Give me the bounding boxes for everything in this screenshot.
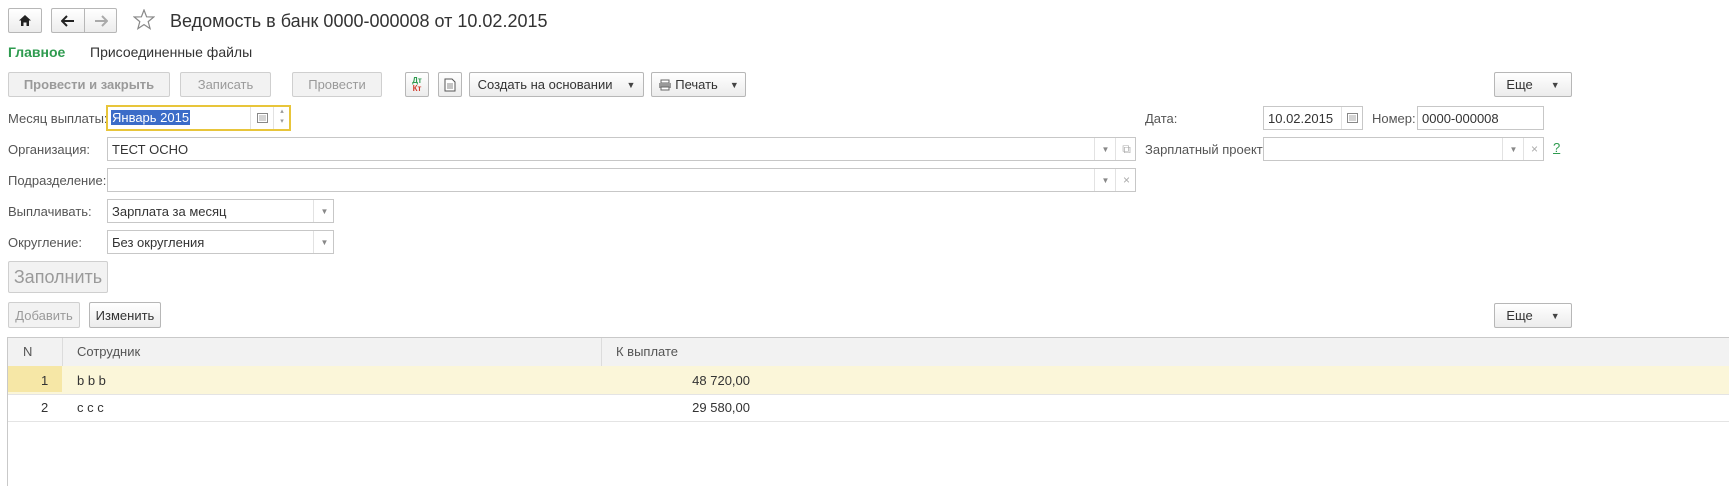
round-value: Без округления	[112, 235, 205, 250]
chevron-down-icon[interactable]: ▼	[1502, 138, 1524, 160]
add-button[interactable]: Добавить	[8, 302, 80, 328]
month-value: Январь 2015	[111, 110, 191, 125]
date-field[interactable]: 10.02.2015	[1263, 106, 1363, 130]
pay-select[interactable]: Зарплата за месяц ▼	[107, 199, 334, 223]
calendar-icon[interactable]	[250, 107, 273, 129]
pay-label: Выплачивать:	[8, 204, 92, 219]
date-value: 10.02.2015	[1268, 111, 1334, 126]
post-button[interactable]: Провести	[292, 72, 382, 97]
column-divider	[601, 338, 602, 366]
back-button[interactable]	[51, 8, 84, 33]
edit-button[interactable]: Изменить	[89, 302, 161, 328]
round-select[interactable]: Без округления ▼	[107, 230, 334, 254]
tab-attached-files[interactable]: Присоединенные файлы	[90, 44, 252, 60]
tab-main[interactable]: Главное	[8, 44, 65, 60]
column-header-employee[interactable]: Сотрудник	[77, 344, 140, 359]
forward-button[interactable]	[84, 8, 117, 33]
chevron-down-icon: ▼	[626, 79, 636, 90]
row-number: 1	[41, 373, 49, 388]
favorite-star-icon[interactable]	[132, 8, 156, 33]
arrow-left-icon	[61, 14, 74, 27]
arrow-right-icon	[94, 14, 108, 27]
clear-icon[interactable]: ×	[1115, 169, 1137, 191]
post-and-close-button[interactable]: Провести и закрыть	[8, 72, 170, 97]
chevron-down-icon[interactable]: ▼	[1094, 138, 1116, 160]
dept-label: Подразделение:	[8, 173, 107, 188]
home-icon	[19, 15, 31, 26]
more-button[interactable]: Еще ▼	[1494, 72, 1572, 97]
salary-project-label: Зарплатный проект:	[1145, 142, 1267, 157]
document-icon	[444, 78, 456, 91]
org-field[interactable]: ТЕСТ ОСНО ▼ ⧉	[107, 137, 1136, 161]
chevron-down-icon[interactable]: ▼	[313, 200, 335, 222]
create-based-on-button[interactable]: Создать на основании ▼	[469, 72, 644, 97]
calendar-icon[interactable]	[1341, 107, 1363, 129]
chevron-down-icon: ▼	[1550, 79, 1560, 90]
chevron-down-icon: ▼	[1550, 310, 1560, 321]
table-more-button[interactable]: Еще ▼	[1494, 303, 1572, 328]
chevron-down-icon: ▼	[729, 79, 739, 90]
page-title: Ведомость в банк 0000-000008 от 10.02.20…	[170, 11, 548, 31]
help-link[interactable]: ?	[1553, 140, 1560, 155]
table-header: N Сотрудник К выплате	[8, 338, 1729, 367]
salary-project-field[interactable]: ▼ ×	[1263, 137, 1544, 161]
amount-cell: 48 720,00	[692, 373, 750, 388]
open-icon[interactable]: ⧉	[1115, 138, 1137, 160]
employee-cell: b b b	[77, 373, 106, 388]
number-value: 0000-000008	[1422, 111, 1499, 126]
print-label: Печать	[675, 77, 718, 92]
dept-field[interactable]: ▼ ×	[107, 168, 1136, 192]
home-button[interactable]	[8, 8, 42, 33]
column-header-n[interactable]: N	[23, 344, 32, 359]
number-field[interactable]: 0000-000008	[1417, 106, 1544, 130]
printer-icon	[659, 79, 672, 90]
org-label: Организация:	[8, 142, 91, 157]
table-more-label: Еще	[1506, 308, 1533, 323]
table-row[interactable]: 2 c c c 29 580,00	[8, 393, 1729, 422]
number-label: Номер:	[1372, 111, 1416, 126]
dt-kt-icon: Дт Кт	[412, 75, 422, 93]
round-label: Округление:	[8, 235, 82, 250]
document-button[interactable]	[438, 72, 462, 97]
org-value: ТЕСТ ОСНО	[112, 142, 189, 157]
print-button[interactable]: Печать ▼	[651, 72, 746, 97]
create-based-on-label: Создать на основании	[477, 77, 613, 92]
row-number: 2	[41, 400, 49, 415]
amount-cell: 29 580,00	[692, 400, 750, 415]
dt-kt-button[interactable]: Дт Кт	[405, 72, 429, 97]
more-label: Еще	[1506, 77, 1533, 92]
employee-cell: c c c	[77, 400, 104, 415]
table-row[interactable]: 1 b b b 48 720,00	[8, 366, 1729, 395]
month-stepper[interactable]: ▴ ▾	[273, 107, 290, 129]
date-label: Дата:	[1145, 111, 1178, 126]
chevron-down-icon[interactable]: ▼	[1094, 169, 1116, 191]
save-button[interactable]: Записать	[180, 72, 271, 97]
pay-value: Зарплата за месяц	[112, 204, 227, 219]
month-field[interactable]: Январь 2015 ▴ ▾	[106, 105, 291, 131]
column-divider	[62, 338, 63, 366]
fill-button[interactable]: Заполнить	[8, 261, 108, 293]
chevron-down-icon[interactable]: ▼	[313, 231, 335, 253]
column-header-amount[interactable]: К выплате	[616, 344, 678, 359]
month-label: Месяц выплаты:	[8, 111, 108, 126]
row-number-cell-bg	[8, 366, 62, 392]
clear-icon[interactable]: ×	[1523, 138, 1545, 160]
